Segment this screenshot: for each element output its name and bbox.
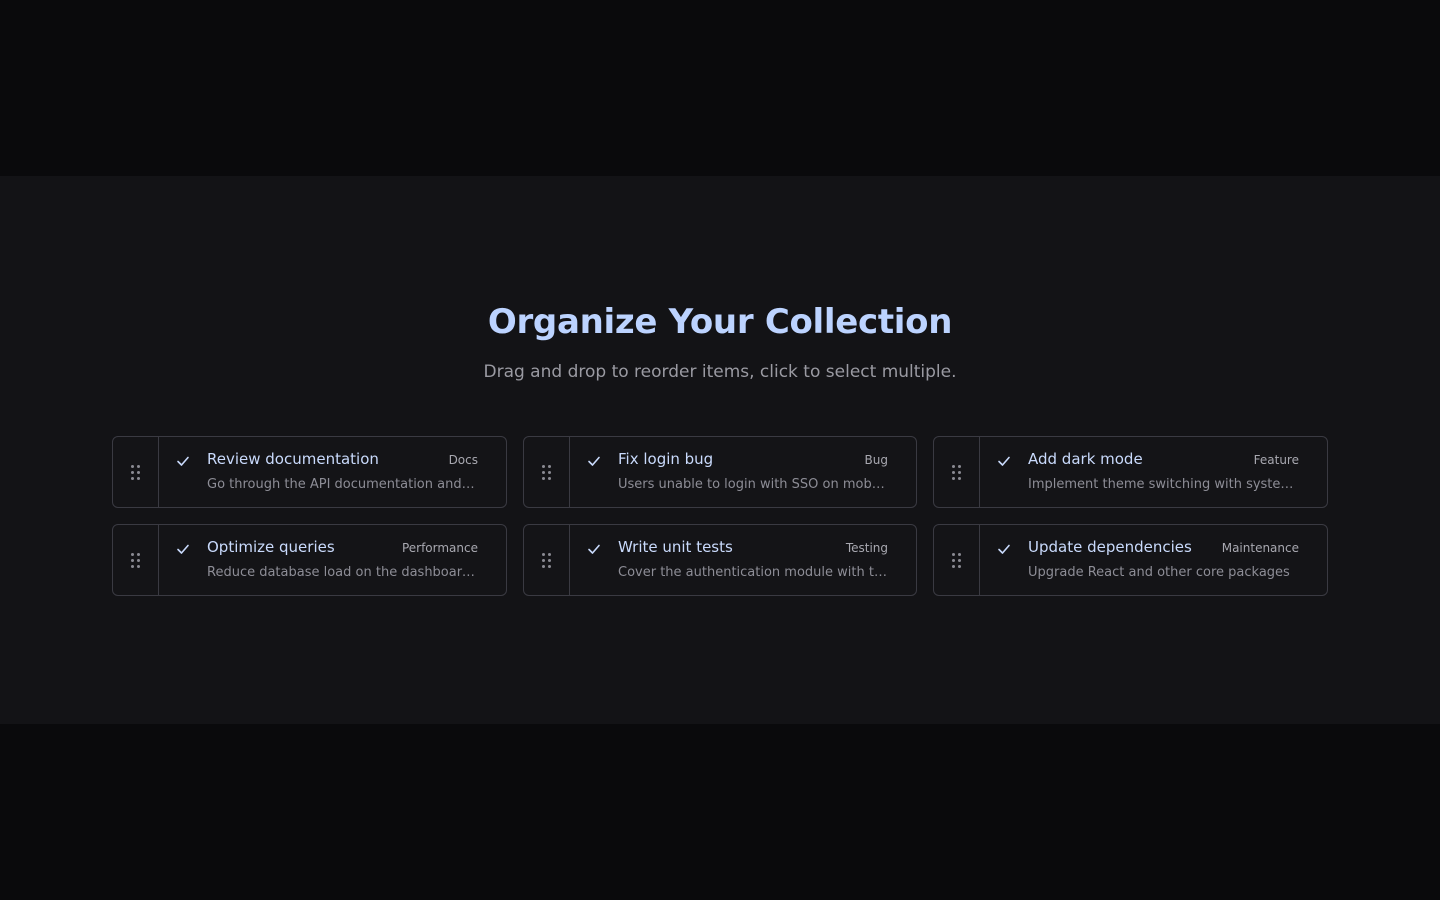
drag-handle[interactable] xyxy=(113,525,159,595)
item-title: Write unit tests xyxy=(618,538,733,556)
item-content: Add dark mode Feature Implement theme sw… xyxy=(1028,437,1327,507)
check-icon xyxy=(177,456,189,466)
item-description: Reduce database load on the dashboard pa… xyxy=(207,565,478,580)
check-icon xyxy=(588,544,600,554)
item-description: Users unable to login with SSO on mobile… xyxy=(618,477,888,492)
item-grid: Review documentation Docs Go through the… xyxy=(112,436,1328,596)
item-content: Update dependencies Maintenance Upgrade … xyxy=(1028,525,1327,595)
check-icon xyxy=(998,544,1010,554)
item-title: Optimize queries xyxy=(207,538,335,556)
item-content: Review documentation Docs Go through the… xyxy=(207,437,506,507)
selection-checkbox[interactable] xyxy=(980,437,1028,507)
item-description: Upgrade React and other core packages xyxy=(1028,565,1290,580)
selection-checkbox[interactable] xyxy=(159,437,207,507)
item-title: Update dependencies xyxy=(1028,538,1192,556)
grip-icon xyxy=(542,464,551,480)
check-icon xyxy=(177,544,189,554)
item-tag: Performance xyxy=(401,541,478,555)
drag-handle[interactable] xyxy=(934,437,980,507)
grip-icon xyxy=(952,464,961,480)
item-description: Go through the API documentation and upd… xyxy=(207,477,478,492)
item-card[interactable]: Fix login bug Bug Users unable to login … xyxy=(523,436,917,508)
grip-icon xyxy=(542,552,551,568)
item-title: Review documentation xyxy=(207,450,379,468)
item-tag: Testing xyxy=(845,541,888,555)
check-icon xyxy=(998,456,1010,466)
grip-icon xyxy=(131,552,140,568)
selection-checkbox[interactable] xyxy=(980,525,1028,595)
item-content: Write unit tests Testing Cover the authe… xyxy=(618,525,916,595)
selection-checkbox[interactable] xyxy=(570,437,618,507)
item-tag: Bug xyxy=(864,453,888,467)
item-tag: Maintenance xyxy=(1221,541,1299,555)
page-title: Organize Your Collection xyxy=(487,302,953,342)
item-card[interactable]: Review documentation Docs Go through the… xyxy=(112,436,507,508)
item-card[interactable]: Add dark mode Feature Implement theme sw… xyxy=(933,436,1328,508)
item-card[interactable]: Optimize queries Performance Reduce data… xyxy=(112,524,507,596)
drag-handle[interactable] xyxy=(934,525,980,595)
item-title: Add dark mode xyxy=(1028,450,1143,468)
selection-checkbox[interactable] xyxy=(570,525,618,595)
drag-handle[interactable] xyxy=(524,437,570,507)
item-description: Cover the authentication module with tes… xyxy=(618,565,888,580)
page: Organize Your Collection Drag and drop t… xyxy=(0,0,1440,900)
item-tag: Feature xyxy=(1253,453,1299,467)
grip-icon xyxy=(952,552,961,568)
page-subtitle: Drag and drop to reorder items, click to… xyxy=(483,362,957,382)
item-content: Fix login bug Bug Users unable to login … xyxy=(618,437,916,507)
item-title: Fix login bug xyxy=(618,450,714,468)
item-card[interactable]: Write unit tests Testing Cover the authe… xyxy=(523,524,917,596)
drag-handle[interactable] xyxy=(113,437,159,507)
item-description: Implement theme switching with system pr… xyxy=(1028,477,1299,492)
drag-handle[interactable] xyxy=(524,525,570,595)
item-card[interactable]: Update dependencies Maintenance Upgrade … xyxy=(933,524,1328,596)
selection-checkbox[interactable] xyxy=(159,525,207,595)
grip-icon xyxy=(131,464,140,480)
item-tag: Docs xyxy=(448,453,478,467)
item-content: Optimize queries Performance Reduce data… xyxy=(207,525,506,595)
check-icon xyxy=(588,456,600,466)
